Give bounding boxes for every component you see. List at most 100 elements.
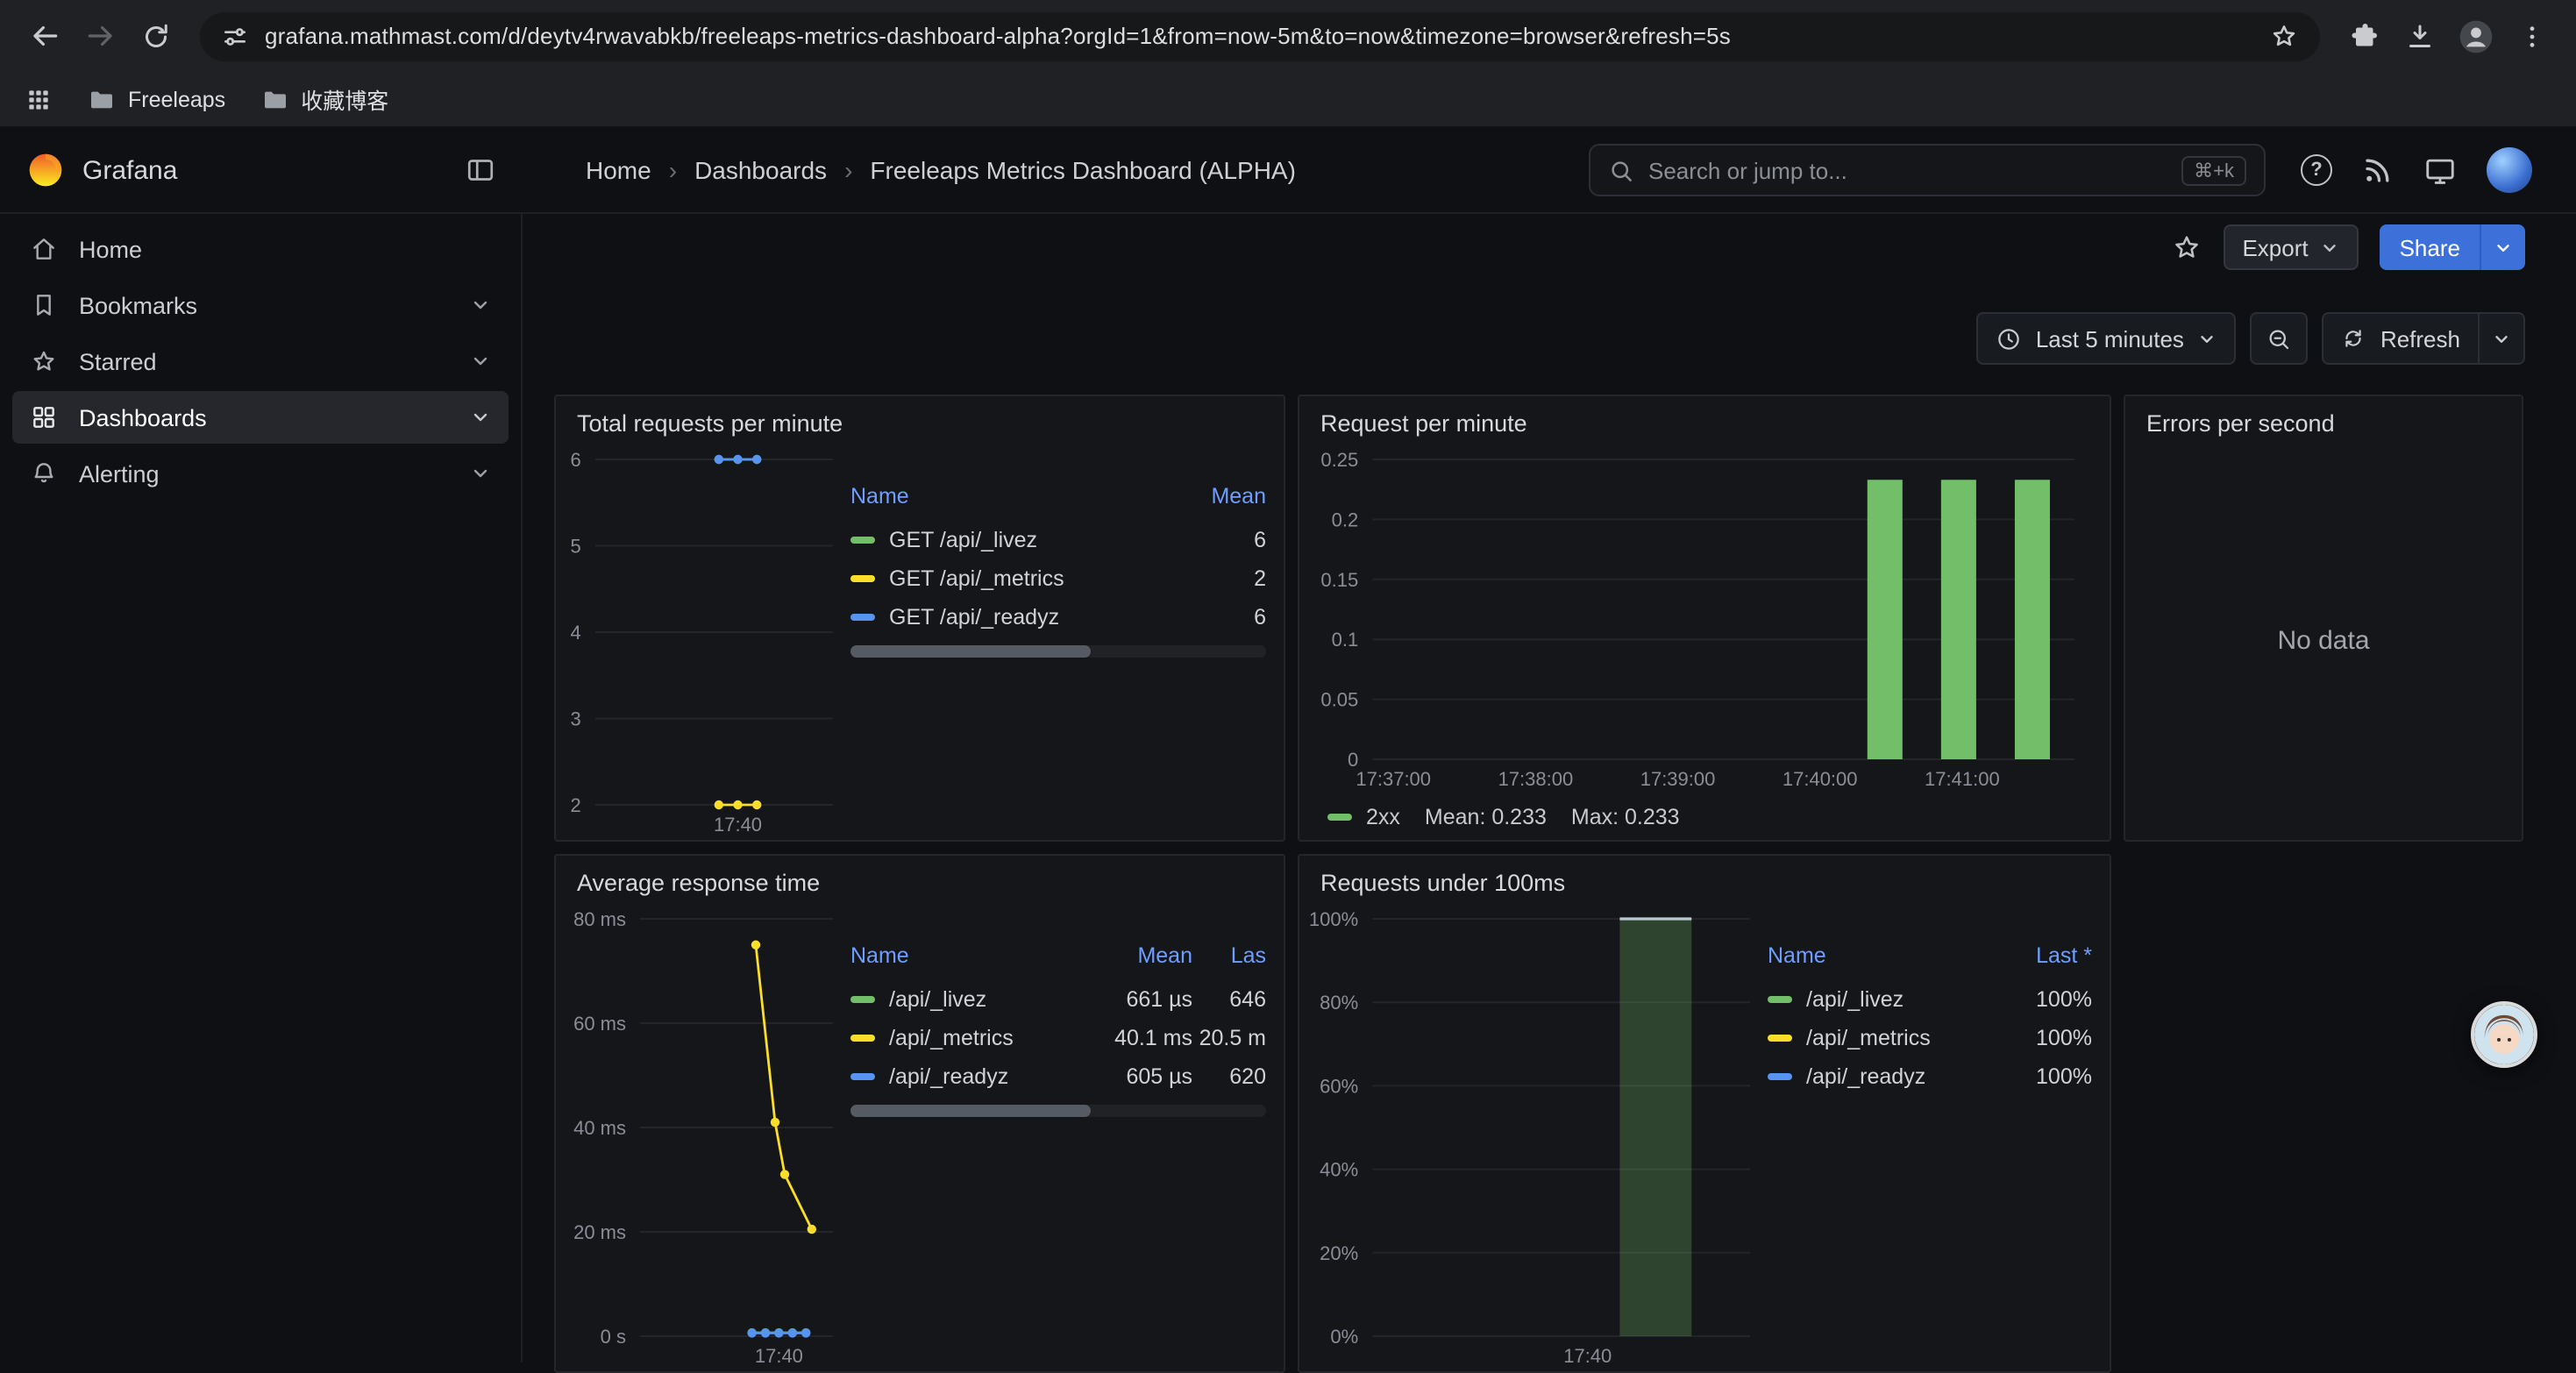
legend-series[interactable]: 2xx	[1327, 805, 1400, 829]
legend-row: /api/_metrics 100%	[1768, 1019, 2092, 1057]
zoom-out-icon	[2266, 325, 2293, 352]
legend-series[interactable]: /api/_livez	[1768, 980, 1987, 1019]
time-range-picker[interactable]: Last 5 minutes	[1976, 312, 2237, 365]
panel-title[interactable]: Requests under 100ms	[1299, 856, 2110, 901]
share-label: Share	[2400, 234, 2460, 260]
reload-button[interactable]	[130, 10, 182, 62]
site-settings-icon[interactable]	[221, 22, 249, 50]
downloads-button[interactable]	[2394, 10, 2446, 62]
bookmark-star-icon[interactable]	[2269, 21, 2299, 51]
rss-icon[interactable]	[2362, 154, 2394, 186]
panel-title[interactable]: Average response time	[556, 856, 1284, 901]
breadcrumb-home[interactable]: Home	[586, 156, 651, 184]
legend-row: /api/_livez 100%	[1768, 980, 2092, 1019]
legend-col-last[interactable]: Las	[1192, 940, 1266, 980]
search-input[interactable]: Search or jump to... ⌘+k	[1589, 144, 2266, 196]
requests-under-100ms-chart[interactable]: 0%20%40%60%80%100%17:40	[1310, 905, 1768, 1371]
legend-col-last[interactable]: Last *	[1987, 940, 2092, 980]
sidebar-item-starred[interactable]: Starred	[12, 335, 509, 388]
legend-series[interactable]: /api/_metrics	[1768, 1019, 1987, 1057]
grafana-topnav: Grafana Home › Dashboards › Freeleaps Me…	[0, 128, 2576, 214]
panel-title[interactable]: Total requests per minute	[556, 396, 1284, 442]
no-data-message: No data	[2125, 442, 2522, 840]
legend-series[interactable]: /api/_metrics	[850, 1019, 1084, 1057]
legend-series[interactable]: GET /api/_metrics	[850, 559, 1157, 598]
legend-series[interactable]: /api/_readyz	[850, 1057, 1084, 1096]
bookmark-label: Freeleaps	[128, 87, 225, 111]
apps-grid-icon[interactable]	[25, 85, 53, 113]
chevron-down-icon[interactable]	[470, 295, 491, 316]
legend-value: 20.5 m	[1192, 1019, 1266, 1057]
sidebar-item-alerting[interactable]: Alerting	[12, 447, 509, 500]
svg-text:17:39:00: 17:39:00	[1640, 768, 1716, 790]
legend-col-mean[interactable]: Mean	[1157, 480, 1266, 521]
sidebar-item-home[interactable]: Home	[12, 223, 509, 275]
scrollbar-thumb[interactable]	[850, 1105, 1092, 1117]
svg-text:17:40:00: 17:40:00	[1783, 768, 1858, 790]
legend-table: Name Last * /api/_livez 100%	[1768, 905, 2092, 1371]
panel-title[interactable]: Errors per second	[2125, 396, 2522, 442]
legend-col-name[interactable]: Name	[850, 940, 1084, 980]
browser-profile-button[interactable]	[2450, 10, 2502, 62]
share-button[interactable]: Share	[2380, 224, 2480, 270]
folder-icon	[260, 85, 288, 113]
sidebar-item-bookmarks[interactable]: Bookmarks	[12, 279, 509, 331]
url-text[interactable]: grafana.mathmast.com/d/deytv4rwavabkb/fr…	[265, 23, 2253, 49]
help-icon[interactable]: ?	[2301, 154, 2332, 186]
forward-button[interactable]	[74, 10, 126, 62]
legend-series[interactable]: /api/_livez	[850, 980, 1084, 1019]
panel-errors-per-second: Errors per second No data	[2124, 395, 2523, 842]
refresh-button[interactable]: Refresh	[2323, 312, 2480, 365]
legend-scrollbar[interactable]	[850, 645, 1266, 658]
search-icon	[1608, 157, 1634, 183]
average-response-time-chart[interactable]: 0 s20 ms40 ms60 ms80 ms17:40	[566, 905, 850, 1371]
legend-series[interactable]: GET /api/_livez	[850, 521, 1157, 559]
bookmark-folder-freeleaps[interactable]: Freeleaps	[88, 85, 225, 113]
brand[interactable]: Grafana	[26, 151, 177, 189]
browser-menu-button[interactable]	[2506, 10, 2558, 62]
legend-scrollbar[interactable]	[850, 1105, 1266, 1117]
legend-series[interactable]: GET /api/_readyz	[850, 598, 1157, 637]
request-per-minute-chart[interactable]: 00.050.10.150.20.2517:37:0017:38:0017:39…	[1310, 445, 2092, 794]
favorite-star-icon[interactable]	[2170, 231, 2202, 263]
user-avatar[interactable]	[2487, 147, 2532, 193]
breadcrumb-separator: ›	[669, 156, 677, 184]
zoom-out-button[interactable]	[2251, 312, 2309, 365]
chevron-down-icon[interactable]	[470, 351, 491, 372]
panel-title[interactable]: Request per minute	[1299, 396, 2110, 442]
breadcrumb-dashboards[interactable]: Dashboards	[694, 156, 827, 184]
breadcrumb-separator: ›	[844, 156, 852, 184]
svg-text:20%: 20%	[1320, 1242, 1358, 1264]
breadcrumb-current: Freeleaps Metrics Dashboard (ALPHA)	[870, 156, 1296, 184]
sidebar-toggle-icon[interactable]	[465, 154, 496, 186]
nav-left: Grafana	[0, 151, 523, 189]
legend-col-mean[interactable]: Mean	[1084, 940, 1192, 980]
svg-text:60 ms: 60 ms	[573, 1013, 626, 1035]
chevron-down-icon[interactable]	[470, 463, 491, 484]
legend-series[interactable]: /api/_readyz	[1768, 1057, 1987, 1096]
refresh-interval-button[interactable]	[2480, 312, 2525, 365]
share-menu-button[interactable]	[2480, 224, 2525, 270]
export-button[interactable]: Export	[2223, 224, 2359, 270]
sidebar-item-dashboards[interactable]: Dashboards	[12, 391, 509, 444]
extensions-button[interactable]	[2338, 10, 2390, 62]
series-color-dash	[850, 575, 875, 582]
bookmark-folder-blogs[interactable]: 收藏博客	[260, 82, 388, 116]
bell-icon	[30, 459, 58, 487]
legend-col-name[interactable]: Name	[1768, 940, 1987, 980]
chevron-down-icon[interactable]	[470, 407, 491, 428]
grafana-logo-icon	[26, 151, 65, 189]
series-color-dash	[850, 614, 875, 621]
legend-col-name[interactable]: Name	[850, 480, 1157, 521]
time-controls: Last 5 minutes Refresh	[523, 312, 2576, 365]
scrollbar-thumb[interactable]	[850, 645, 1092, 658]
assistant-avatar-widget[interactable]	[2471, 1001, 2537, 1068]
address-bar[interactable]: grafana.mathmast.com/d/deytv4rwavabkb/fr…	[200, 11, 2320, 60]
legend-value: 6	[1157, 521, 1266, 559]
monitor-icon[interactable]	[2423, 153, 2457, 187]
total-requests-chart[interactable]: 2345617:40	[566, 445, 850, 840]
back-button[interactable]	[18, 10, 70, 62]
kebab-menu-icon	[2518, 22, 2546, 50]
svg-text:80 ms: 80 ms	[573, 908, 626, 930]
chevron-down-icon	[2494, 238, 2513, 257]
